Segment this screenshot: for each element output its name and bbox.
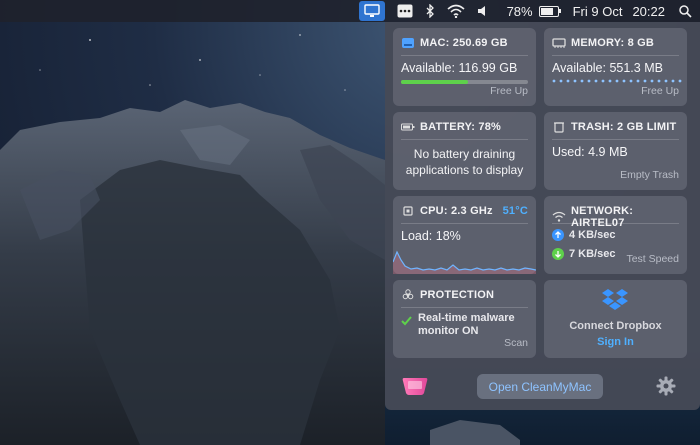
battery-percent[interactable]: 78% (507, 0, 533, 22)
scan-button[interactable]: Scan (504, 337, 528, 349)
battery-message: No battery draining applications to disp… (405, 147, 524, 177)
memory-free-up-button[interactable]: Free Up (641, 85, 679, 97)
menubar-date[interactable]: Fri 9 Oct (573, 0, 623, 22)
upload-speed: 4 KB/sec (569, 229, 616, 241)
memory-dots-bar (552, 79, 682, 83)
cleanmymac-menu-popup: MAC: 250.69 GB Available: 116.99 GB Free… (385, 22, 700, 410)
protection-status: Real-time malware monitor ON (418, 312, 515, 337)
bluetooth-icon[interactable] (425, 0, 435, 22)
menu-dots-icon[interactable] (397, 0, 413, 22)
dropbox-card[interactable]: Connect Dropbox Sign In (544, 280, 687, 358)
volume-icon[interactable] (477, 0, 489, 22)
cpu-title: CPU: 2.3 GHz (420, 205, 493, 217)
battery-icon[interactable] (538, 0, 561, 22)
mac-usage-bar (401, 80, 528, 84)
empty-trash-button[interactable]: Empty Trash (620, 169, 679, 181)
mac-free-up-button[interactable]: Free Up (490, 85, 528, 97)
cpu-temperature: 51°C (502, 205, 528, 217)
upload-arrow-icon (552, 229, 564, 241)
protection-card[interactable]: PROTECTION Real-time malware monitor ON … (393, 280, 536, 358)
memory-title: MEMORY: 8 GB (571, 37, 655, 49)
download-row: 7 KB/sec (552, 248, 615, 260)
protection-title: PROTECTION (420, 289, 495, 301)
cpu-chip-icon (401, 205, 415, 217)
battery-card[interactable]: BATTERY: 78% No battery draining applica… (393, 112, 536, 190)
cpu-load-graph (393, 250, 536, 274)
open-cleanmymac-button[interactable]: Open CleanMyMac (477, 374, 603, 399)
wifi-icon[interactable] (447, 0, 465, 22)
network-title: NETWORK: AIRTEL07 (571, 205, 634, 229)
test-speed-button[interactable]: Test Speed (626, 253, 679, 265)
cpu-load: Load: 18% (401, 229, 461, 243)
battery-card-icon (401, 121, 415, 133)
download-speed: 7 KB/sec (569, 248, 616, 260)
memory-available: Available: 551.3 MB (552, 61, 663, 75)
menubar-time[interactable]: 20:22 (632, 0, 665, 22)
dropbox-title: Connect Dropbox (569, 320, 662, 332)
cleanmymac-menubar-icon[interactable] (358, 1, 385, 21)
search-icon[interactable] (679, 0, 692, 22)
mac-storage-card[interactable]: MAC: 250.69 GB Available: 116.99 GB Free… (393, 28, 536, 106)
cleanmymac-logo-icon[interactable] (401, 375, 429, 402)
mac-available: Available: 116.99 GB (401, 61, 518, 75)
dropbox-icon (601, 288, 629, 317)
trash-card[interactable]: TRASH: 2 GB LIMIT Used: 4.9 MB Empty Tra… (544, 112, 687, 190)
hard-drive-icon (401, 37, 415, 49)
memory-card[interactable]: MEMORY: 8 GB Available: 551.3 MB Free Up (544, 28, 687, 106)
mac-usage-bar-fill (401, 80, 469, 84)
mac-storage-title: MAC: 250.69 GB (420, 37, 508, 49)
protection-status-row: Real-time malware monitor ON (401, 312, 526, 338)
wifi-card-icon (552, 211, 566, 223)
download-arrow-icon (552, 248, 564, 260)
network-card[interactable]: NETWORK: AIRTEL07 4 KB/sec 7 KB/sec Test… (544, 196, 687, 274)
battery-title: BATTERY: 78% (420, 121, 502, 133)
check-icon (401, 313, 412, 338)
trash-title: TRASH: 2 GB LIMIT (571, 121, 677, 133)
upload-row: 4 KB/sec (552, 229, 615, 241)
trash-used: Used: 4.9 MB (552, 145, 628, 159)
gear-icon[interactable] (656, 376, 676, 401)
menu-bar: 78% Fri 9 Oct 20:22 (0, 0, 700, 22)
memory-chip-icon (552, 37, 566, 49)
cpu-card[interactable]: CPU: 2.3 GHz 51°C Load: 18% (393, 196, 536, 274)
trash-icon (552, 121, 566, 133)
dropbox-sign-in-link[interactable]: Sign In (550, 334, 681, 350)
biohazard-icon (401, 289, 415, 301)
